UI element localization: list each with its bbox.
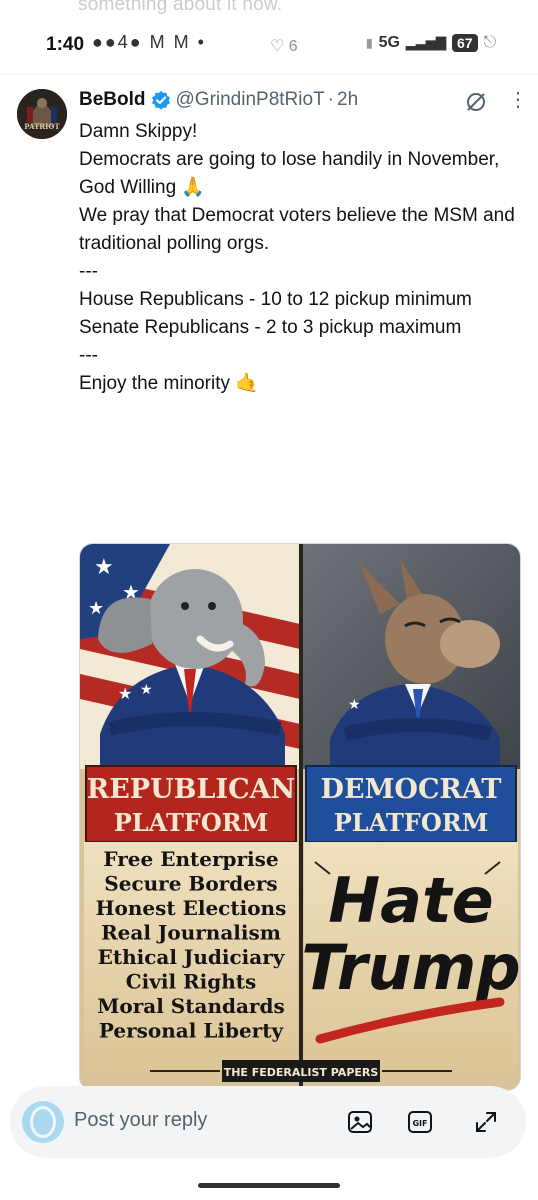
network-type: 5G — [378, 34, 400, 51]
home-indicator — [198, 1183, 340, 1188]
post-paragraph: Senate Republicans - 2 to 3 pickup maxim… — [79, 317, 462, 338]
avatar-text: PATRIOT — [24, 122, 60, 131]
handle[interactable]: @GrindinP8tRioT — [176, 89, 325, 111]
svg-text:★: ★ — [348, 697, 361, 713]
post-paragraph: We pray that Democrat voters believe the… — [79, 205, 521, 254]
reply-input[interactable]: Post your reply — [74, 1109, 207, 1132]
platform-list-item: Personal Liberty — [99, 1019, 285, 1043]
panel-divider — [299, 544, 303, 1090]
timestamp[interactable]: 2h — [337, 89, 358, 111]
svg-text:★: ★ — [94, 555, 114, 580]
reply-avatar-icon — [30, 1106, 56, 1138]
platform-list-item: Real Journalism — [101, 921, 281, 945]
platform-list: Free EnterpriseSecure BordersHonest Elec… — [96, 847, 287, 1043]
notification-icons: ●●4● M M • — [92, 32, 206, 52]
likes-count: ♡ 6 — [270, 38, 298, 55]
avatar-image — [17, 89, 67, 139]
signal-strength-icon: ▂▃▅▇ — [405, 35, 446, 50]
republican-banner: REPUBLICAN PLATFORM — [85, 765, 297, 843]
svg-text:★: ★ — [88, 598, 104, 619]
divider — [0, 74, 538, 75]
status-right-cluster: ▮ 5G ▂▃▅▇ 67 ⎋ — [366, 34, 496, 52]
post-paragraph: Damn Skippy! — [79, 121, 198, 142]
footer-credit: THE FEDERALIST PAPERS — [224, 1066, 379, 1079]
meme-illustration: ★ ★ ★ ★ ★ ★ REPUBLICAN PLATFORM DEMOCRAT… — [80, 544, 520, 1090]
post-paragraph: Democrats are going to lose handily in N… — [79, 149, 505, 198]
status-time: 1:40 — [46, 34, 85, 55]
trump-text: Trump — [301, 931, 520, 1004]
expand-icon[interactable] — [472, 1108, 500, 1136]
verified-badge-icon — [151, 90, 171, 110]
post-text: Damn Skippy! Democrats are going to lose… — [79, 118, 527, 398]
gif-icon[interactable]: GIF — [406, 1108, 434, 1136]
previous-post-fragment: something about it now. — [78, 0, 283, 15]
post-paragraph: --- — [79, 261, 98, 282]
post-paragraph: House Republicans - 10 to 12 pickup mini… — [79, 289, 472, 310]
svg-text:★: ★ — [140, 682, 153, 698]
republican-banner-subtitle: PLATFORM — [114, 808, 269, 837]
likes-count-value: 6 — [288, 38, 298, 55]
more-options-icon[interactable]: ⋮ — [508, 90, 528, 110]
reply-composer[interactable]: Post your reply GIF — [10, 1086, 526, 1158]
share-icon[interactable]: ⎋ — [484, 34, 497, 52]
avatar[interactable]: PATRIOT — [17, 89, 67, 139]
battery-icon: 67 — [451, 34, 478, 52]
platform-list-item: Civil Rights — [126, 970, 257, 994]
signal-icon: ▮ — [366, 36, 373, 50]
platform-list-item: Secure Borders — [104, 872, 277, 896]
image-icon[interactable] — [346, 1108, 374, 1136]
republican-banner-title: REPUBLICAN — [87, 774, 295, 805]
democrat-banner-subtitle: PLATFORM — [334, 808, 489, 837]
svg-text:★: ★ — [118, 684, 132, 703]
separator-dot: · — [327, 89, 334, 110]
platform-list-item: Honest Elections — [96, 896, 287, 920]
svg-text:GIF: GIF — [412, 1119, 427, 1128]
status-bar: 1:40 ●●4● M M • ♡ 6 ▮ 5G ▂▃▅▇ 67 ⎋ — [0, 30, 538, 62]
display-name[interactable]: BeBold — [79, 89, 146, 111]
post-media-image[interactable]: ★ ★ ★ ★ ★ ★ REPUBLICAN PLATFORM DEMOCRAT… — [79, 543, 521, 1091]
platform-list-item: Free Enterprise — [103, 847, 278, 871]
platform-list-item: Ethical Judiciary — [98, 945, 286, 969]
hate-text: Hate — [328, 864, 493, 937]
post-paragraph: --- — [79, 345, 98, 366]
platform-list-item: Moral Standards — [97, 994, 284, 1018]
post-header: BeBold @GrindinP8tRioT · 2h — [79, 89, 358, 111]
democrat-banner: DEMOCRAT PLATFORM — [305, 765, 517, 843]
post-paragraph: Enjoy the minority 🤙 — [79, 373, 259, 394]
grok-icon[interactable] — [464, 90, 488, 114]
democrat-banner-title: DEMOCRAT — [321, 774, 502, 805]
reply-avatar — [22, 1101, 64, 1143]
